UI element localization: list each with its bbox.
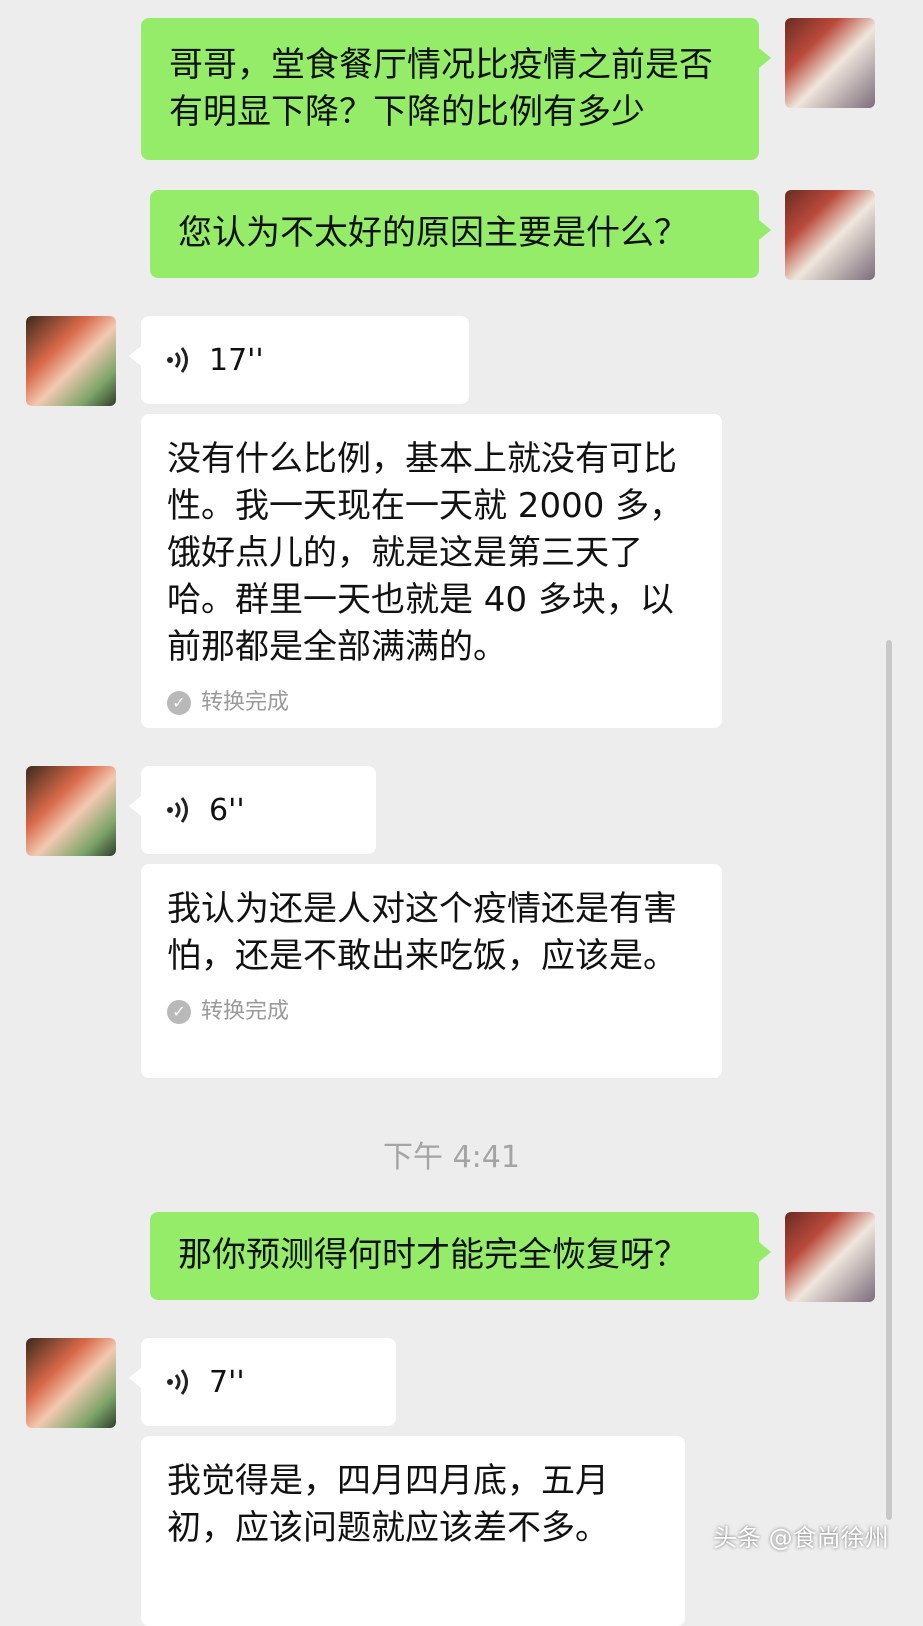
message-timestamp: 下午 4:41 [383,1140,520,1175]
conversion-status: ✓ 转换完成 [167,689,696,717]
transcript-text: 我认为还是人对这个疫情还是有害怕，还是不敢出来吃饭，应该是。 [167,889,677,976]
contact-avatar[interactable] [26,1338,116,1428]
voice-message-bubble[interactable]: 7'' [129,1338,396,1426]
voice-transcript-bubble[interactable]: 我认为还是人对这个疫情还是有害怕，还是不敢出来吃饭，应该是。 ✓ 转换完成 [141,864,722,1078]
voice-wave-icon [167,347,188,373]
contact-avatar[interactable] [26,316,116,406]
contact-avatar[interactable] [26,766,116,856]
sent-message-bubble[interactable]: 您认为不太好的原因主要是什么？ [150,190,771,278]
check-circle-icon: ✓ [167,691,191,715]
scrollbar[interactable] [886,640,892,1520]
voice-wave-icon [167,1369,188,1395]
transcript-text: 没有什么比例，基本上就没有可比性。我一天现在一天就 2000 多，饿好点儿的，就… [167,439,684,667]
conversion-status-label: 转换完成 [201,690,290,715]
check-circle-icon: ✓ [167,1000,191,1024]
voice-message-bubble[interactable]: 6'' [129,766,376,854]
message-text: 您认为不太好的原因主要是什么？ [178,213,688,253]
voice-transcript-bubble[interactable]: 我觉得是，四月四月底，五月初，应该问题就应该差不多。 [141,1436,685,1626]
message-text: 那你预测得何时才能完全恢复呀？ [178,1235,688,1275]
voice-wave-icon [167,797,188,823]
message-text: 哥哥，堂食餐厅情况比疫情之前是否有明显下降？下降的比例有多少 [169,45,713,132]
conversion-status-label: 转换完成 [201,999,290,1024]
watermark: 头条 @食尚徐州 [713,1524,889,1552]
voice-message-bubble[interactable]: 17'' [129,316,469,404]
voice-duration: 6'' [209,792,245,828]
user-avatar[interactable] [785,190,875,280]
transcript-text: 我觉得是，四月四月底，五月初，应该问题就应该差不多。 [167,1461,609,1548]
sent-message-bubble[interactable]: 哥哥，堂食餐厅情况比疫情之前是否有明显下降？下降的比例有多少 [141,18,771,160]
voice-duration: 7'' [209,1364,245,1400]
user-avatar[interactable] [785,1212,875,1302]
voice-transcript-bubble[interactable]: 没有什么比例，基本上就没有可比性。我一天现在一天就 2000 多，饿好点儿的，就… [141,414,722,728]
conversion-status: ✓ 转换完成 [167,998,696,1026]
sent-message-bubble[interactable]: 那你预测得何时才能完全恢复呀？ [150,1212,771,1300]
user-avatar[interactable] [785,18,875,108]
voice-duration: 17'' [209,342,264,378]
